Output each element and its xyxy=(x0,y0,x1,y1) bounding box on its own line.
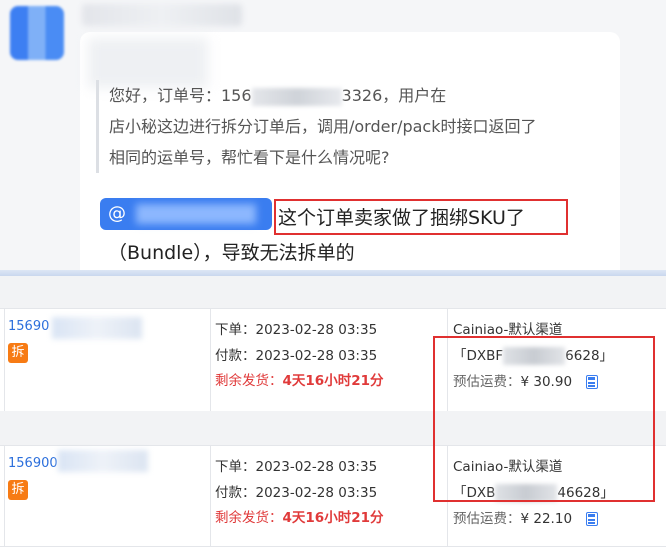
mention-tag[interactable]: @ xyxy=(100,198,272,230)
order-time-line: 下单：2023-02-28 03:35 xyxy=(215,318,377,338)
sender-avatar[interactable] xyxy=(10,6,64,60)
sender-name-redacted xyxy=(82,4,242,26)
column-divider xyxy=(4,446,5,546)
remain-hours: 16小时 xyxy=(305,510,352,526)
quoted-message: 您好，订单号：156 3326，用户在 店小秘这边进行拆分订单后，调用/order… xyxy=(96,80,619,173)
order-time-line: 下单：2023-02-28 03:35 xyxy=(215,455,377,475)
pay-time-value: 2023-02-28 03:35 xyxy=(255,348,378,364)
split-badge: 拆 xyxy=(8,343,28,363)
carrier-name: Cainiao-默认渠道 xyxy=(453,322,563,338)
quote-text-start: 您好，订单号：156 xyxy=(109,86,252,105)
chat-panel: 您好，订单号：156 3326，用户在 店小秘这边进行拆分订单后，调用/order… xyxy=(0,0,666,282)
quote-line-3: 相同的运单号，帮忙看下是什么情况呢? xyxy=(109,148,390,167)
mention-at: @ xyxy=(108,203,126,224)
split-badge: 拆 xyxy=(8,480,28,500)
pay-time-label: 付款： xyxy=(215,348,256,364)
pay-time-value: 2023-02-28 03:35 xyxy=(255,485,378,501)
order-time-label: 下单： xyxy=(215,459,256,475)
calculator-icon[interactable] xyxy=(586,512,599,526)
reply-text-line-1: 这个订单卖家做了捆绑SKU了 xyxy=(278,207,525,229)
remain-label: 剩余发货： xyxy=(215,510,283,526)
redacted-order-number xyxy=(251,87,342,106)
quote-text-end: 3326，用户在 xyxy=(341,86,447,105)
fee-value: ¥ 22.10 xyxy=(520,511,573,527)
remain-days: 4天 xyxy=(282,510,306,526)
column-divider xyxy=(4,309,5,411)
column-divider xyxy=(210,309,211,411)
reply-text-line-2: （Bundle），导致无法拆单的 xyxy=(108,242,355,264)
pay-time-line: 付款：2023-02-28 03:35 xyxy=(215,481,377,501)
pay-time-label: 付款： xyxy=(215,485,256,501)
estimated-fee: 预估运费：¥ 22.10 xyxy=(453,507,599,527)
remain-hours: 16小时 xyxy=(305,373,352,389)
order-id-link[interactable]: 15690 xyxy=(8,319,49,334)
remain-days: 4天 xyxy=(282,373,306,389)
highlight-box-shipping xyxy=(433,336,655,502)
remain-mins: 21分 xyxy=(351,373,384,389)
order-id-redacted xyxy=(52,317,142,339)
remaining-ship-time: 剩余发货：4天16小时21分 xyxy=(215,369,384,389)
quote-line-2: 店小秘这边进行拆分订单后，调用/order/pack时接口返回了 xyxy=(109,117,537,136)
remain-label: 剩余发货： xyxy=(215,373,283,389)
remaining-ship-time: 剩余发货：4天16小时21分 xyxy=(215,506,384,526)
mention-name-redacted xyxy=(136,204,256,224)
order-time-value: 2023-02-28 03:35 xyxy=(255,322,378,338)
fee-label: 预估运费： xyxy=(453,511,521,527)
column-divider xyxy=(210,446,211,546)
pay-time-line: 付款：2023-02-28 03:35 xyxy=(215,344,377,364)
order-time-value: 2023-02-28 03:35 xyxy=(255,459,378,475)
order-id-redacted xyxy=(58,450,148,472)
table-separator-band xyxy=(0,276,666,308)
remain-mins: 21分 xyxy=(351,510,384,526)
order-time-label: 下单： xyxy=(215,322,256,338)
order-id-link[interactable]: 156900 xyxy=(8,456,58,471)
